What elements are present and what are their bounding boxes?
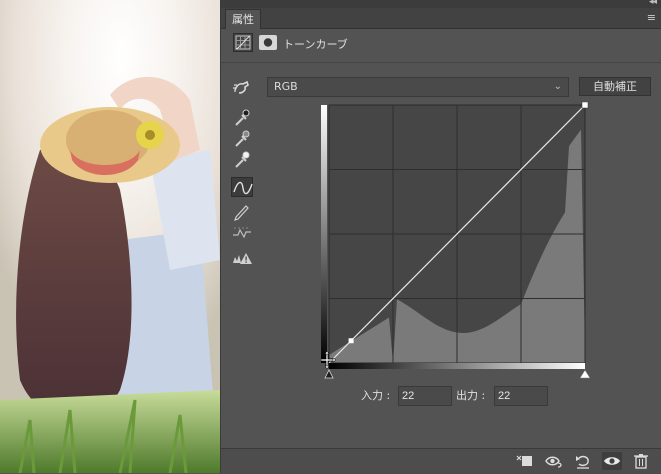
clip-to-layer-icon[interactable] bbox=[515, 452, 535, 470]
chevron-down-icon: ⌄ bbox=[553, 81, 562, 92]
input-label: 入力 : bbox=[361, 389, 391, 402]
curve-point-icon[interactable] bbox=[231, 177, 253, 197]
header-divider bbox=[221, 62, 661, 63]
smooth-curve-icon[interactable] bbox=[231, 223, 253, 243]
curves-graph-area[interactable] bbox=[317, 101, 591, 386]
clipping-warning-icon[interactable] bbox=[231, 248, 253, 268]
visibility-eye-icon[interactable] bbox=[602, 452, 622, 470]
on-image-adjust-icon[interactable] bbox=[231, 78, 253, 98]
curves-adjustment-icon bbox=[233, 33, 253, 52]
panel-top-strip: ◂◂ bbox=[221, 0, 661, 8]
layer-mask-icon[interactable] bbox=[259, 35, 277, 50]
pencil-draw-icon[interactable] bbox=[231, 201, 253, 221]
channel-select[interactable]: RGB ⌄ bbox=[267, 77, 569, 97]
input-gradient-bar bbox=[329, 363, 585, 369]
white-point-eyedropper-icon[interactable] bbox=[231, 150, 253, 170]
tab-properties[interactable]: 属性 bbox=[225, 9, 261, 29]
panel-menu-icon[interactable]: ≡ bbox=[647, 11, 656, 24]
channel-select-value: RGB bbox=[274, 80, 298, 93]
output-label: 出力 : bbox=[456, 389, 486, 402]
delete-trash-icon[interactable] bbox=[631, 452, 651, 470]
input-value-field[interactable] bbox=[398, 386, 452, 406]
curve-control-point[interactable] bbox=[348, 338, 354, 344]
output-gradient-bar bbox=[321, 105, 327, 363]
view-previous-state-icon[interactable] bbox=[544, 452, 564, 470]
panel-tab-bar: 属性 ≡ bbox=[221, 8, 661, 29]
collapse-panel-icon[interactable]: ◂◂ bbox=[649, 0, 657, 7]
auto-button[interactable]: 自動補正 bbox=[579, 77, 651, 96]
white-point-slider[interactable] bbox=[579, 369, 591, 379]
panel-bottom-bar bbox=[221, 448, 661, 474]
output-value-field[interactable] bbox=[494, 386, 548, 406]
curves-graph[interactable] bbox=[317, 101, 591, 382]
photo-image bbox=[0, 0, 220, 473]
adjustment-title: トーンカーブ bbox=[283, 38, 348, 51]
gray-point-eyedropper-icon[interactable] bbox=[231, 129, 253, 149]
photo-canvas bbox=[0, 0, 220, 473]
curve-endpoint-white[interactable] bbox=[581, 101, 589, 109]
properties-panel: ◂◂ 属性 ≡ トーンカーブ RGB ⌄ 自動補正 入力: 22 出力: 2… bbox=[220, 0, 661, 474]
black-point-eyedropper-icon[interactable] bbox=[231, 108, 253, 128]
reset-icon[interactable] bbox=[573, 452, 593, 470]
black-point-slider[interactable] bbox=[324, 369, 334, 379]
